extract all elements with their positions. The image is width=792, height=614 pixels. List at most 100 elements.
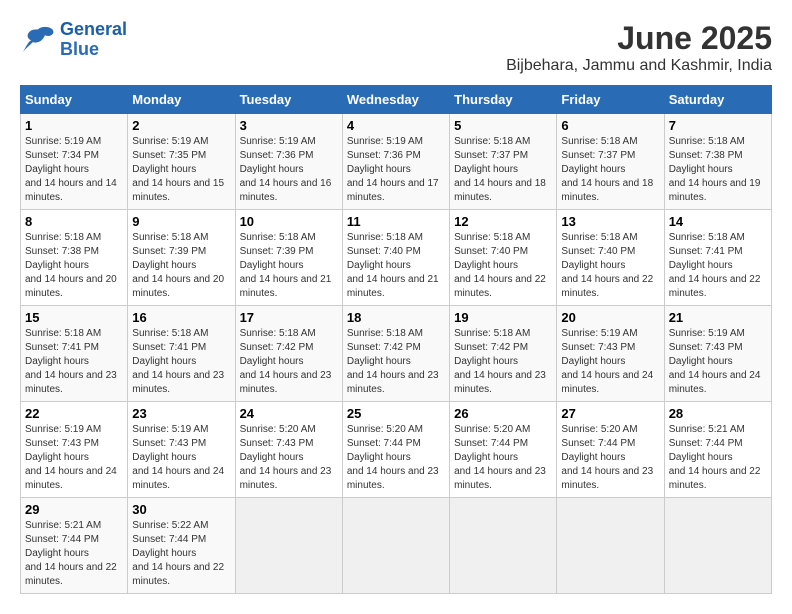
day-number: 26 (454, 406, 552, 421)
sunrise-label: Sunrise: 5:18 AM (347, 328, 423, 339)
daylight-label: Daylight hours (669, 260, 733, 271)
sunrise-label: Sunrise: 5:20 AM (561, 424, 637, 435)
calendar-cell: 10 Sunrise: 5:18 AM Sunset: 7:39 PM Dayl… (235, 210, 342, 306)
calendar-cell: 1 Sunrise: 5:19 AM Sunset: 7:34 PM Dayli… (21, 114, 128, 210)
sunset-label: Sunset: 7:37 PM (561, 150, 635, 161)
sunrise-label: Sunrise: 5:18 AM (347, 232, 423, 243)
sunrise-label: Sunrise: 5:19 AM (25, 136, 101, 147)
logo-icon (20, 25, 56, 55)
calendar-cell: 15 Sunrise: 5:18 AM Sunset: 7:41 PM Dayl… (21, 306, 128, 402)
day-info: Sunrise: 5:20 AM Sunset: 7:44 PM Dayligh… (347, 423, 445, 493)
header-friday: Friday (557, 86, 664, 114)
sunrise-label: Sunrise: 5:18 AM (132, 328, 208, 339)
daylight-label: Daylight hours (132, 164, 196, 175)
sunrise-label: Sunrise: 5:18 AM (132, 232, 208, 243)
daylight-value: and 14 hours and 24 minutes. (669, 370, 761, 395)
day-number: 10 (240, 214, 338, 229)
calendar-week-row: 1 Sunrise: 5:19 AM Sunset: 7:34 PM Dayli… (21, 114, 772, 210)
sunset-label: Sunset: 7:42 PM (454, 342, 528, 353)
header-sunday: Sunday (21, 86, 128, 114)
daylight-label: Daylight hours (132, 548, 196, 559)
day-number: 29 (25, 502, 123, 517)
day-info: Sunrise: 5:18 AM Sunset: 7:41 PM Dayligh… (132, 327, 230, 397)
daylight-value: and 14 hours and 24 minutes. (132, 466, 224, 491)
sunrise-label: Sunrise: 5:19 AM (132, 424, 208, 435)
day-info: Sunrise: 5:18 AM Sunset: 7:42 PM Dayligh… (454, 327, 552, 397)
day-number: 27 (561, 406, 659, 421)
daylight-value: and 14 hours and 16 minutes. (240, 178, 332, 203)
sunset-label: Sunset: 7:40 PM (347, 246, 421, 257)
day-number: 30 (132, 502, 230, 517)
sunrise-label: Sunrise: 5:18 AM (561, 232, 637, 243)
sunset-label: Sunset: 7:40 PM (561, 246, 635, 257)
daylight-label: Daylight hours (454, 356, 518, 367)
daylight-label: Daylight hours (454, 452, 518, 463)
daylight-label: Daylight hours (454, 164, 518, 175)
day-info: Sunrise: 5:18 AM Sunset: 7:42 PM Dayligh… (240, 327, 338, 397)
sunrise-label: Sunrise: 5:18 AM (240, 232, 316, 243)
daylight-value: and 14 hours and 22 minutes. (454, 274, 546, 299)
day-number: 23 (132, 406, 230, 421)
daylight-value: and 14 hours and 23 minutes. (454, 370, 546, 395)
sunset-label: Sunset: 7:38 PM (25, 246, 99, 257)
calendar-week-row: 22 Sunrise: 5:19 AM Sunset: 7:43 PM Dayl… (21, 402, 772, 498)
day-number: 22 (25, 406, 123, 421)
sunset-label: Sunset: 7:37 PM (454, 150, 528, 161)
sunset-label: Sunset: 7:43 PM (240, 438, 314, 449)
daylight-value: and 14 hours and 23 minutes. (240, 370, 332, 395)
day-info: Sunrise: 5:19 AM Sunset: 7:43 PM Dayligh… (669, 327, 767, 397)
daylight-label: Daylight hours (25, 452, 89, 463)
daylight-value: and 14 hours and 23 minutes. (561, 466, 653, 491)
calendar-cell: 6 Sunrise: 5:18 AM Sunset: 7:37 PM Dayli… (557, 114, 664, 210)
calendar-cell: 13 Sunrise: 5:18 AM Sunset: 7:40 PM Dayl… (557, 210, 664, 306)
daylight-value: and 14 hours and 18 minutes. (561, 178, 653, 203)
calendar-cell: 12 Sunrise: 5:18 AM Sunset: 7:40 PM Dayl… (450, 210, 557, 306)
daylight-label: Daylight hours (561, 164, 625, 175)
calendar-cell: 20 Sunrise: 5:19 AM Sunset: 7:43 PM Dayl… (557, 306, 664, 402)
calendar-cell: 24 Sunrise: 5:20 AM Sunset: 7:43 PM Dayl… (235, 402, 342, 498)
daylight-label: Daylight hours (347, 356, 411, 367)
day-number: 17 (240, 310, 338, 325)
day-info: Sunrise: 5:20 AM Sunset: 7:44 PM Dayligh… (454, 423, 552, 493)
daylight-value: and 14 hours and 23 minutes. (454, 466, 546, 491)
daylight-value: and 14 hours and 20 minutes. (132, 274, 224, 299)
calendar-cell: 7 Sunrise: 5:18 AM Sunset: 7:38 PM Dayli… (664, 114, 771, 210)
sunset-label: Sunset: 7:42 PM (240, 342, 314, 353)
daylight-value: and 14 hours and 20 minutes. (25, 274, 117, 299)
sunset-label: Sunset: 7:44 PM (132, 534, 206, 545)
calendar-cell: 18 Sunrise: 5:18 AM Sunset: 7:42 PM Dayl… (342, 306, 449, 402)
sunset-label: Sunset: 7:43 PM (132, 438, 206, 449)
sunrise-label: Sunrise: 5:18 AM (669, 136, 745, 147)
sunrise-label: Sunrise: 5:19 AM (132, 136, 208, 147)
daylight-label: Daylight hours (669, 452, 733, 463)
calendar-cell: 21 Sunrise: 5:19 AM Sunset: 7:43 PM Dayl… (664, 306, 771, 402)
calendar-cell: 30 Sunrise: 5:22 AM Sunset: 7:44 PM Dayl… (128, 498, 235, 594)
day-number: 28 (669, 406, 767, 421)
day-number: 13 (561, 214, 659, 229)
daylight-label: Daylight hours (669, 164, 733, 175)
header-saturday: Saturday (664, 86, 771, 114)
day-number: 16 (132, 310, 230, 325)
sunset-label: Sunset: 7:34 PM (25, 150, 99, 161)
sunrise-label: Sunrise: 5:18 AM (561, 136, 637, 147)
calendar-cell: 17 Sunrise: 5:18 AM Sunset: 7:42 PM Dayl… (235, 306, 342, 402)
day-number: 3 (240, 118, 338, 133)
day-info: Sunrise: 5:18 AM Sunset: 7:39 PM Dayligh… (132, 231, 230, 301)
day-info: Sunrise: 5:18 AM Sunset: 7:39 PM Dayligh… (240, 231, 338, 301)
sunrise-label: Sunrise: 5:21 AM (669, 424, 745, 435)
day-number: 21 (669, 310, 767, 325)
day-info: Sunrise: 5:18 AM Sunset: 7:40 PM Dayligh… (454, 231, 552, 301)
daylight-value: and 14 hours and 23 minutes. (240, 466, 332, 491)
day-number: 18 (347, 310, 445, 325)
sunrise-label: Sunrise: 5:18 AM (454, 328, 530, 339)
daylight-value: and 14 hours and 24 minutes. (561, 370, 653, 395)
day-info: Sunrise: 5:18 AM Sunset: 7:40 PM Dayligh… (347, 231, 445, 301)
day-info: Sunrise: 5:19 AM Sunset: 7:34 PM Dayligh… (25, 135, 123, 205)
day-number: 8 (25, 214, 123, 229)
daylight-value: and 14 hours and 22 minutes. (25, 562, 117, 587)
daylight-value: and 14 hours and 23 minutes. (347, 466, 439, 491)
sunset-label: Sunset: 7:35 PM (132, 150, 206, 161)
calendar-cell: 22 Sunrise: 5:19 AM Sunset: 7:43 PM Dayl… (21, 402, 128, 498)
daylight-value: and 14 hours and 14 minutes. (25, 178, 117, 203)
daylight-value: and 14 hours and 22 minutes. (561, 274, 653, 299)
